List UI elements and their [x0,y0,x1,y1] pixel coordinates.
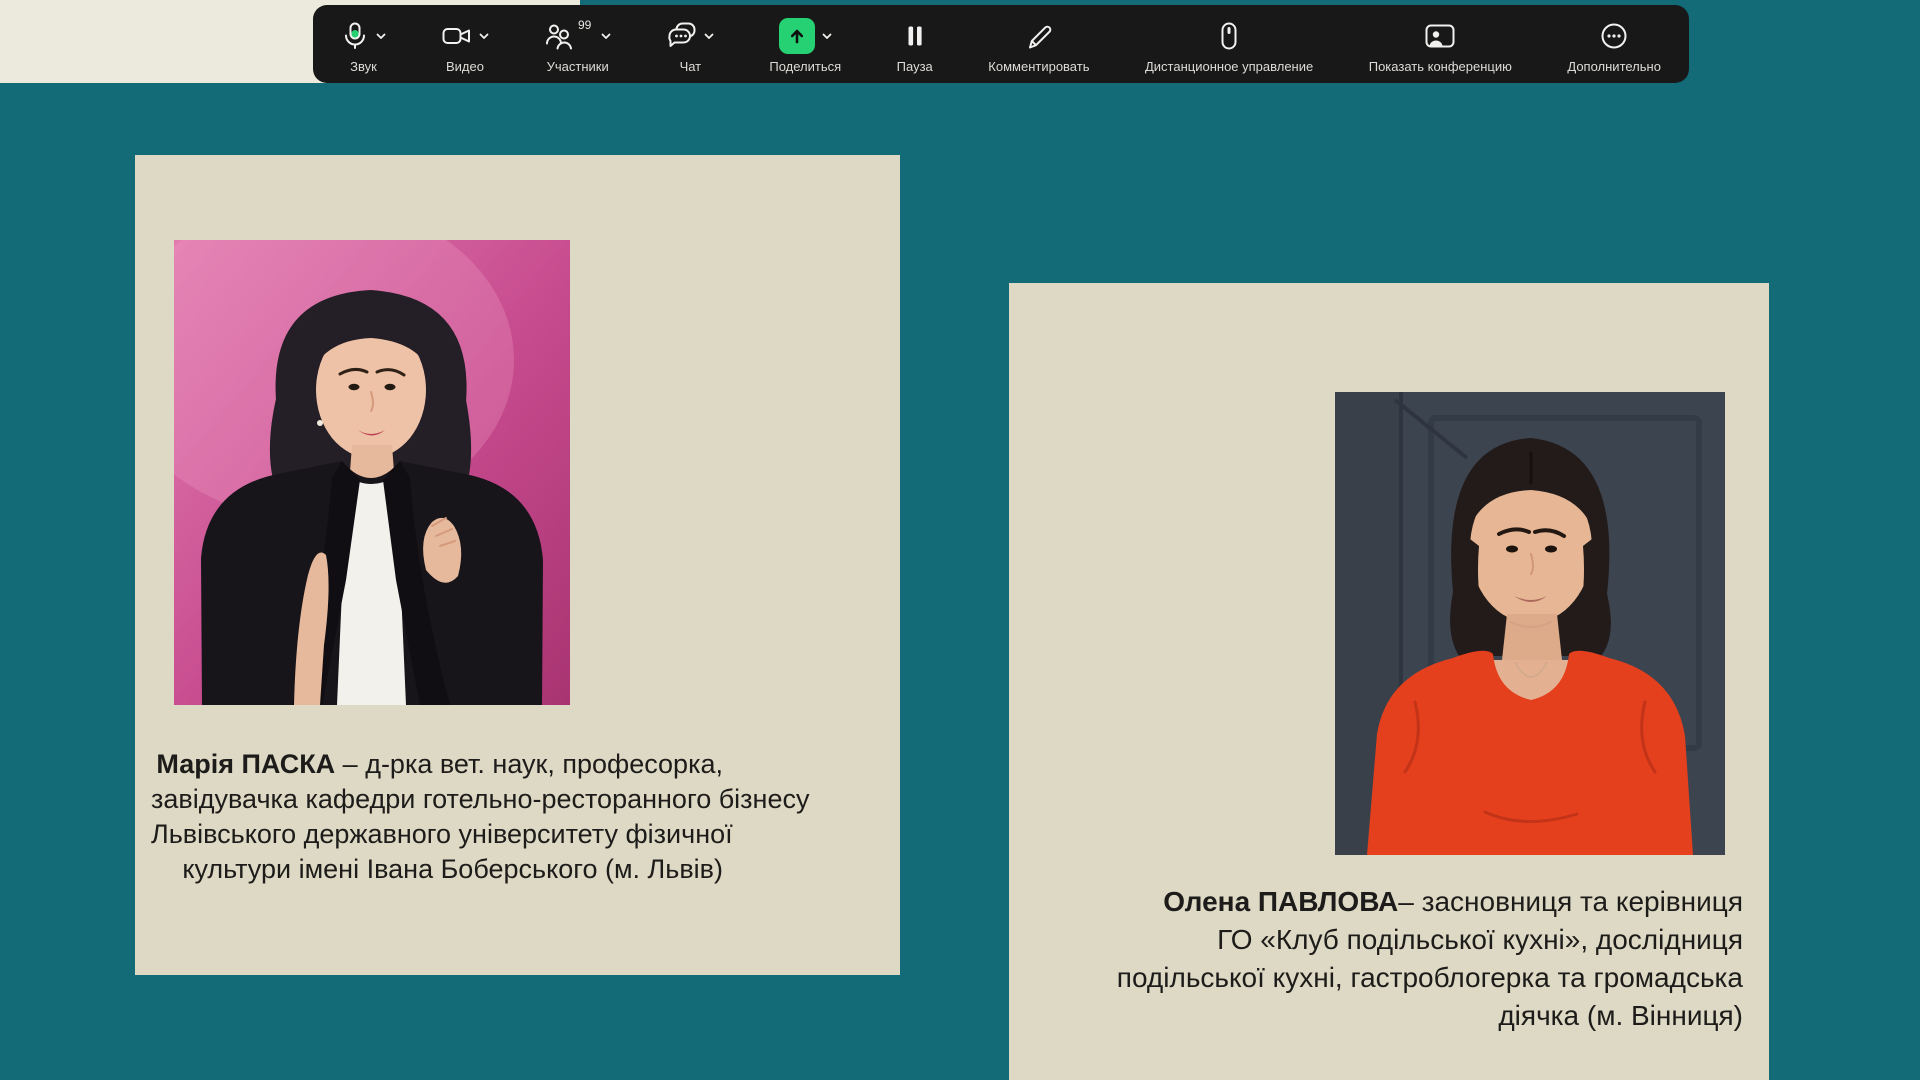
annotate-label: Комментировать [988,60,1089,74]
share-screen-button[interactable]: Поделиться [769,16,841,74]
pause-button[interactable]: Пауза [897,16,933,74]
share-screen-green-button[interactable] [779,18,815,54]
chevron-down-icon[interactable] [479,33,489,40]
chat-button[interactable]: Чат [667,16,714,74]
share-label: Поделиться [769,60,841,74]
video-button[interactable]: Видео [442,16,489,74]
remote-control-label: Дистанционное управление [1145,60,1313,74]
chevron-down-icon[interactable] [601,33,611,40]
participants-button[interactable]: 99 Участники [544,16,611,74]
microphone-icon [341,22,369,50]
speaker-title-line1: – д-рка вет. наук, професорка, [335,749,723,779]
chevron-down-icon[interactable] [704,33,714,40]
chevron-down-icon[interactable] [822,33,832,40]
speaker-name: Олена ПАВЛОВА [1163,886,1398,917]
mouse-icon [1215,22,1243,50]
screen-share-view: Звук Видео [0,0,1920,1080]
audio-label: Звук [350,60,377,74]
speaker-title-line3: Львівського державного університету фізи… [151,817,723,852]
pause-label: Пауза [897,60,933,74]
video-label: Видео [446,60,484,74]
chat-bubbles-icon [667,22,697,50]
speaker-description-paska: Марія ПАСКА – д-рка вет. наук, професорк… [151,747,723,887]
speaker-title-line4: культури імені Івана Боберського (м. Льв… [151,852,723,887]
pause-icon [906,24,924,48]
speaker-card-paska: Марія ПАСКА – д-рка вет. наук, професорк… [135,155,900,975]
annotate-button[interactable]: Комментировать [988,16,1089,74]
speaker-card-pavlova: Олена ПАВЛОВА– засновниця та керівниця Г… [1009,283,1769,1080]
speaker-title-line3: подільської кухні, гастроблогерка та гро… [1033,959,1743,997]
more-label: Дополнительно [1567,60,1661,74]
more-button[interactable]: Дополнительно [1567,16,1661,74]
speaker-title-line2: завідувачка кафедри готельно-ресторанног… [151,782,723,817]
speaker-name: Марія ПАСКА [156,749,335,779]
chat-label: Чат [680,60,702,74]
participants-label: Участники [547,60,609,74]
speaker-title-line4: діячка (м. Вінниця) [1033,997,1743,1035]
pencil-icon [1025,22,1053,50]
speaker-description-pavlova: Олена ПАВЛОВА– засновниця та керівниця Г… [1033,883,1743,1035]
speaker-title-line2: ГО «Клуб подільської кухні», дослідниця [1033,921,1743,959]
chevron-down-icon[interactable] [376,33,386,40]
audio-button[interactable]: Звук [341,16,386,74]
speaker-photo-paska [174,240,570,705]
participants-count-badge: 99 [578,18,591,32]
speaker-title-line1: – засновниця та керівниця [1398,886,1743,917]
meeting-toolbar: Звук Видео [313,5,1689,83]
more-ellipsis-icon [1600,22,1628,50]
conference-view-icon [1425,23,1455,50]
participants-icon [544,22,574,51]
arrow-up-icon [787,26,807,46]
camera-icon [442,22,472,50]
show-conference-button[interactable]: Показать конференцию [1369,16,1512,74]
show-conference-label: Показать конференцию [1369,60,1512,74]
speaker-photo-pavlova [1335,392,1725,855]
remote-control-button[interactable]: Дистанционное управление [1145,16,1313,74]
